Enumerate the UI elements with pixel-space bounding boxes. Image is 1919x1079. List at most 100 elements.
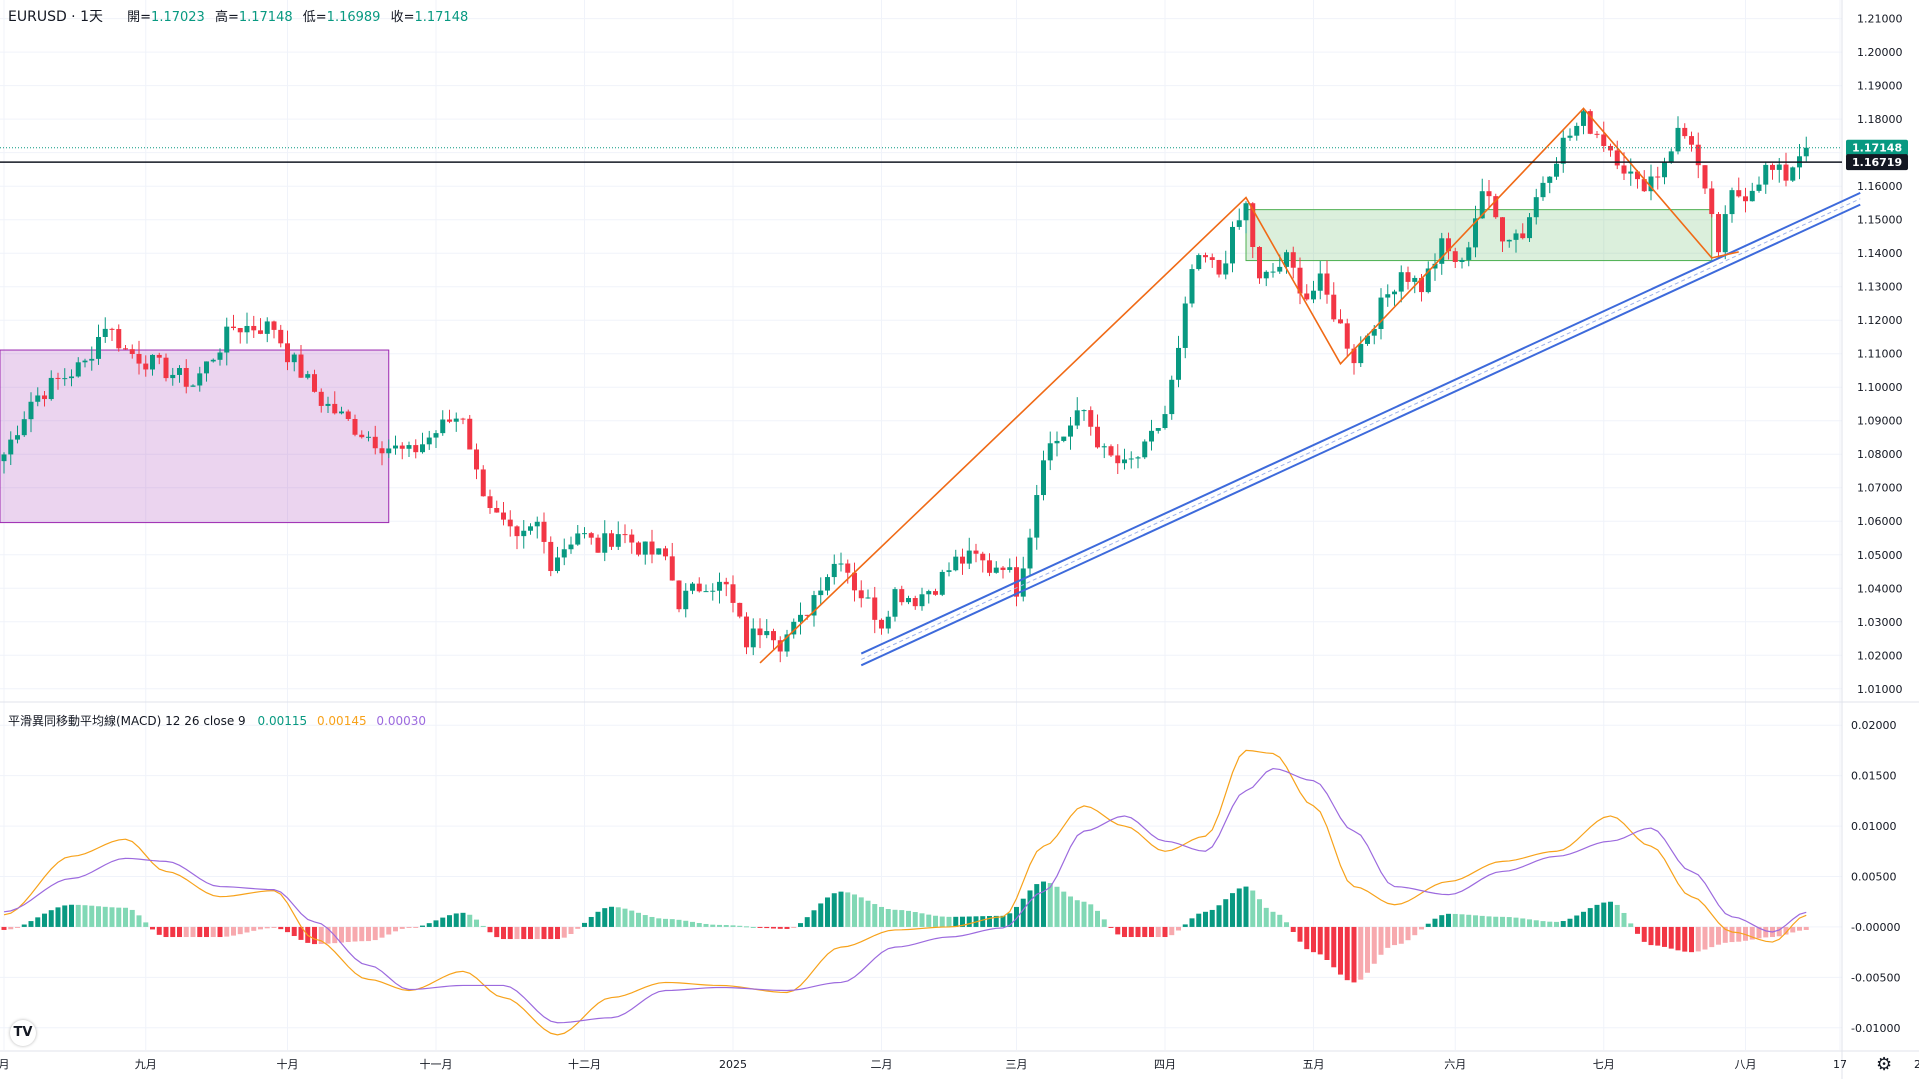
candle-body (501, 512, 506, 520)
candle-body (973, 550, 979, 554)
macd-histogram-bar (1452, 913, 1458, 927)
price-axis-tick-label: 1.04000 (1857, 582, 1903, 595)
macd-histogram-bar (1128, 926, 1134, 938)
macd-histogram-bar (366, 926, 371, 942)
zigzag-pattern-line[interactable] (759, 107, 1739, 664)
macd-histogram-bar (926, 914, 932, 927)
macd-histogram-bar (649, 916, 655, 927)
macd-histogram-bar (818, 903, 824, 927)
macd-histogram-bar (1695, 926, 1701, 952)
macd-histogram-bar (339, 926, 344, 943)
macd-histogram-bar (1135, 926, 1141, 938)
macd-histogram-bar (285, 926, 290, 933)
macd-histogram-bar (48, 910, 54, 927)
macd-histogram-bar (1405, 926, 1411, 941)
macd-histogram-bar (1614, 904, 1620, 927)
macd-histogram-bar (1520, 918, 1526, 927)
macd-histogram-bar (541, 926, 547, 940)
macd-histogram-bar (1189, 918, 1195, 927)
macd-histogram-bar (1196, 913, 1202, 927)
candle-body (899, 589, 905, 603)
last-price-badge-text: 1.17148 (1852, 142, 1902, 155)
candle-body (1776, 164, 1782, 170)
macd-histogram-bar (1574, 915, 1580, 927)
macd-histogram-bar (521, 926, 527, 940)
price-axis-tick-label: 1.15000 (1857, 214, 1903, 227)
macd-histogram-bar (1, 926, 7, 930)
macd-histogram-bar (1358, 926, 1364, 980)
candle-body (1135, 457, 1141, 459)
macd-histogram-bar (1500, 916, 1505, 927)
symbol-title[interactable]: EURUSD · 1天 (8, 9, 103, 25)
macd-histogram-bar (899, 910, 905, 927)
macd-histogram-bar (1216, 905, 1222, 927)
candle-body (1763, 164, 1769, 185)
price-chart[interactable]: 1.210001.200001.190001.180001.170001.160… (0, 0, 1919, 1079)
macd-histogram-bar (1533, 920, 1539, 927)
macd-histogram-bar (1061, 891, 1067, 927)
candle-body (1385, 294, 1391, 298)
candle-body (1466, 247, 1472, 260)
macd-histogram-bar (1513, 917, 1519, 927)
candle-body (89, 358, 95, 361)
price-axis-tick-label: 1.19000 (1857, 80, 1903, 93)
candle-body (744, 616, 749, 648)
macd-legend[interactable]: 平滑異同移動平均線(MACD) 12 26 close 9 0.00115 0.… (8, 712, 426, 729)
candle-body (771, 631, 776, 641)
macd-histogram-bar (615, 907, 621, 927)
candle-body (1655, 176, 1661, 178)
candle-body (1567, 135, 1573, 138)
candle-body (1000, 567, 1006, 570)
candle-body (69, 376, 74, 379)
trend-channel-lower[interactable] (860, 203, 1861, 667)
macd-histogram-bar (163, 926, 169, 938)
macd-histogram-bar (420, 925, 425, 927)
macd-histogram-bar (399, 926, 405, 929)
time-axis-tick-label: 十一月 (420, 1057, 453, 1071)
candle-body (1601, 134, 1607, 146)
candle-body (879, 619, 884, 629)
candle-body (1344, 323, 1350, 349)
macd-histogram-bar (453, 913, 459, 927)
candle-body (642, 541, 648, 555)
macd-histogram-bar (1547, 921, 1553, 927)
macd-histogram-bar (116, 907, 122, 927)
price-axis-tick-label: 1.11000 (1857, 348, 1903, 361)
macd-histogram-bar (582, 922, 587, 927)
price-axis-tick-label: 1.21000 (1857, 13, 1903, 26)
candle-body (1311, 290, 1316, 300)
open-value: 1.17023 (151, 10, 205, 25)
candle-body (1574, 125, 1580, 136)
candle-body (514, 526, 520, 537)
macd-histogram-bar (757, 926, 763, 928)
candle-body (204, 361, 209, 374)
tradingview-logo[interactable]: TV (10, 1020, 36, 1046)
macd-histogram-bar (1668, 926, 1674, 949)
candle-body (1277, 266, 1283, 272)
trend-channel-middle (861, 198, 1861, 660)
candle-body (1358, 343, 1364, 364)
price-axis-tick-label: 1.01000 (1857, 683, 1903, 696)
candle-body (1452, 251, 1458, 263)
candle-body (1162, 414, 1168, 429)
time-axis-tick-label: 月 (0, 1058, 10, 1071)
macd-histogram-bar (696, 923, 702, 927)
gear-icon[interactable]: ⚙ (1876, 1054, 1892, 1075)
macd-histogram-bar (406, 926, 412, 928)
macd-histogram-bar (1115, 926, 1121, 935)
time-axis-tick-label: 四月 (1154, 1058, 1176, 1071)
candle-body (345, 411, 351, 419)
candle-body (1581, 111, 1586, 126)
macd-histogram-bar (1182, 924, 1188, 927)
candle-body (1398, 272, 1404, 292)
macd-histogram-bar (386, 926, 392, 935)
macd-histogram-bar (359, 926, 365, 942)
macd-histogram-bar (1277, 914, 1283, 927)
macd-histogram-bar (852, 894, 857, 927)
time-axis-tick-label: 七月 (1593, 1058, 1615, 1071)
macd-histogram-bar (96, 906, 101, 927)
candle-body (1236, 220, 1242, 227)
macd-histogram-bar (1270, 911, 1276, 927)
candle-body (1682, 127, 1688, 137)
macd-histogram-bar (1628, 923, 1634, 927)
